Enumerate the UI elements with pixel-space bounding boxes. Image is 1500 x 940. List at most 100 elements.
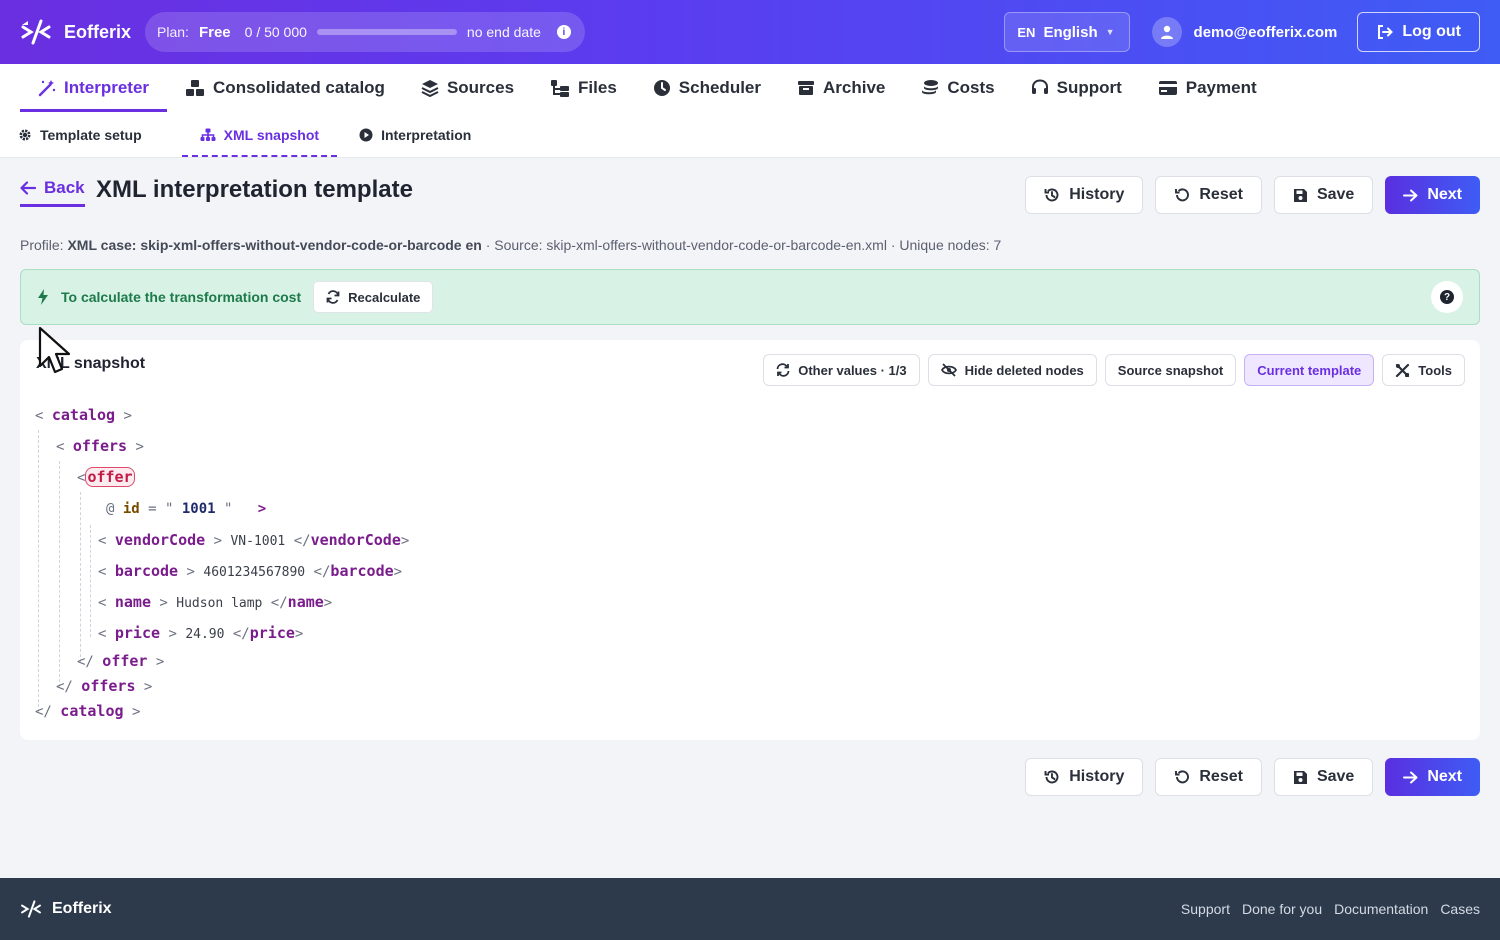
language-name: English [1043,23,1098,41]
undo-icon [1175,188,1190,202]
reset-button[interactable]: Reset [1155,758,1262,796]
footer-link-cases[interactable]: Cases [1440,901,1480,917]
top-right-controls: EN English ▼ demo@eofferix.com Log out [1004,12,1480,52]
brand-logo-icon [21,19,51,45]
nav-item-support[interactable]: Support [1013,64,1140,112]
profile-name: XML case: skip-xml-offers-without-vendor… [67,237,482,253]
nav-label: Costs [947,78,995,97]
tab-label: Interpretation [381,126,472,143]
xml-node-offers-open[interactable]: < offers > [56,437,144,455]
xml-node-offers-close[interactable]: </ offers > [56,677,152,695]
back-link[interactable]: Back [20,178,85,207]
caret-down-icon: ▼ [1105,27,1115,37]
xml-tag: price [249,624,295,642]
xml-node-offer-close[interactable]: </ offer > [77,652,164,670]
reset-button[interactable]: Reset [1155,176,1262,214]
xml-node-vendorcode[interactable]: < vendorCode > VN-1001 </vendorCode> [98,531,409,549]
help-button[interactable]: ? [1431,281,1463,313]
coins-icon [922,80,939,95]
save-button[interactable]: Save [1273,176,1374,214]
xml-tag: offers [72,437,128,455]
next-button[interactable]: Next [1385,176,1480,214]
floppy-disk-icon [1293,188,1307,202]
top-actions: History Reset Save Next [1025,176,1480,214]
xml-tag: catalog [51,406,116,424]
nav-item-interpreter[interactable]: Interpreter [20,64,168,112]
nav-item-archive[interactable]: Archive [779,64,903,112]
xml-node-offer-open[interactable]: < offer [77,467,135,487]
info-icon[interactable]: i [556,25,571,39]
history-label: History [1069,768,1125,785]
xml-node-catalog-close[interactable]: </ catalog > [35,702,140,720]
xml-tag: name [114,593,151,611]
plan-end-date: no end date [466,24,541,40]
nav-label: Payment [1185,78,1257,97]
xml-node-barcode[interactable]: < barcode > 4601234567890 </barcode> [98,562,402,580]
arrow-left-icon [20,181,36,195]
xml-tag: catalog [60,702,124,720]
history-button[interactable]: History [1025,176,1144,214]
xml-tag: offer [102,652,148,670]
nav-label: Interpreter [64,78,150,97]
tab-xml-snapshot[interactable]: XML snapshot [181,112,338,157]
plan-widget: Plan: Free 0 / 50 000 no end date i [145,12,585,52]
alert-message: To calculate the transformation cost [61,289,302,305]
tab-label: Template setup [40,126,142,143]
next-button[interactable]: Next [1385,758,1480,796]
footer: Eofferix Support Done for you Documentat… [0,878,1500,940]
undo-icon [1175,770,1190,784]
nav-label: Support [1056,78,1122,97]
arrow-right-icon [1403,771,1418,783]
floppy-disk-icon [1293,770,1307,784]
logout-button[interactable]: Log out [1357,12,1480,52]
xml-node-catalog-open[interactable]: < catalog > [35,406,132,424]
logout-label: Log out [1402,23,1461,40]
xml-tree: < catalog > < offers > < offer @ id = " 1… [20,340,1480,740]
xml-node-name[interactable]: < name > Hudson lamp </name> [98,593,332,611]
history-icon [1044,188,1059,202]
nav-item-scheduler[interactable]: Scheduler [635,64,779,112]
xml-tag: vendorCode [310,531,401,549]
sitemap-icon [200,128,216,141]
plan-usage-bar [316,29,457,35]
credit-card-icon [1158,81,1177,95]
footer-link-done-for-you[interactable]: Done for you [1242,901,1322,917]
xml-attribute-id[interactable]: @ id = " 1001 " > [106,501,266,517]
next-label: Next [1427,186,1462,203]
footer-links: Support Done for you Documentation Cases [1181,901,1480,917]
mouse-cursor-icon [38,326,71,374]
xml-value: Hudson lamp [176,596,263,611]
user-menu[interactable]: demo@eofferix.com [1151,17,1337,47]
language-selector[interactable]: EN English ▼ [1004,12,1130,52]
top-bar: Eofferix Plan: Free 0 / 50 000 no end da… [0,0,1500,64]
xml-value: VN-1001 [230,534,286,549]
nav-label: Scheduler [678,78,761,97]
tab-interpretation[interactable]: Interpretation [359,112,491,157]
history-button[interactable]: History [1025,758,1144,796]
footer-link-support[interactable]: Support [1181,901,1230,917]
tab-template-setup[interactable]: Template setup [18,112,162,157]
nav-item-files[interactable]: Files [532,64,635,112]
footer-brand[interactable]: Eofferix [20,900,112,918]
brand[interactable]: Eofferix [20,19,131,45]
arrow-right-icon [1403,189,1418,201]
attr-name: id [122,501,140,517]
nav-item-payment[interactable]: Payment [1140,64,1275,112]
back-label: Back [44,178,85,197]
nav-item-sources[interactable]: Sources [403,64,532,112]
recalculate-button[interactable]: Recalculate [313,281,434,313]
profile-info: Profile: XML case: skip-xml-offers-witho… [20,237,1001,253]
cost-alert: To calculate the transformation cost Rec… [20,269,1480,325]
bottom-actions: History Reset Save Next [1025,758,1480,796]
archive-icon [798,81,814,95]
save-button[interactable]: Save [1273,758,1374,796]
nav-item-costs[interactable]: Costs [903,64,1012,112]
sync-icon [326,290,340,304]
plan-usage: 0 / 50 000 [244,24,307,40]
footer-link-documentation[interactable]: Documentation [1334,901,1428,917]
tab-label: XML snapshot [223,126,320,143]
nav-item-consolidated-catalog[interactable]: Consolidated catalog [167,64,403,112]
clock-icon [653,80,670,96]
xml-node-price[interactable]: < price > 24.90 </price> [98,624,303,642]
save-label: Save [1316,186,1355,203]
